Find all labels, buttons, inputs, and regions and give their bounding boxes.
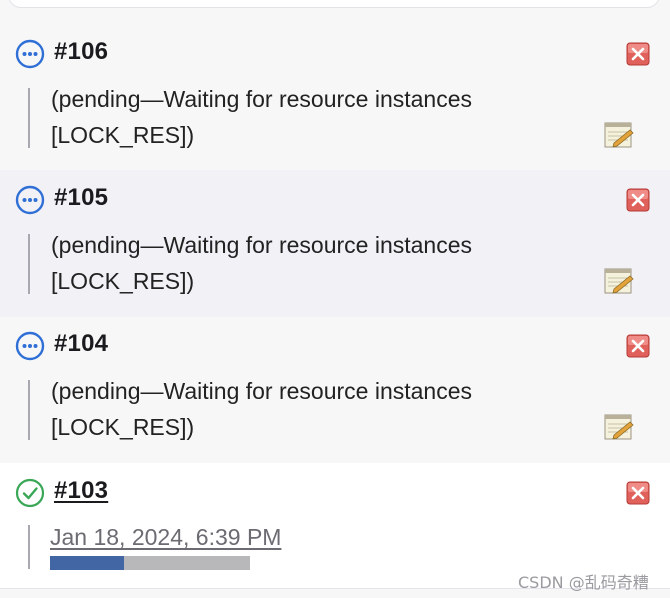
delete-icon[interactable] bbox=[626, 481, 650, 505]
edit-description-icon[interactable] bbox=[602, 412, 636, 442]
description-line: [LOCK_RES]) bbox=[51, 268, 195, 294]
description-line: (pending—Waiting for resource instances bbox=[51, 86, 473, 112]
success-check-icon bbox=[15, 478, 45, 508]
description-bar bbox=[28, 234, 30, 294]
build-progress-bar bbox=[50, 556, 250, 570]
build-number[interactable]: #105 bbox=[54, 184, 108, 212]
delete-icon[interactable] bbox=[626, 334, 650, 358]
search-bar[interactable] bbox=[8, 0, 660, 8]
edit-description-icon[interactable] bbox=[602, 120, 636, 150]
description-line: [LOCK_RES]) bbox=[51, 414, 195, 440]
description-bar bbox=[28, 380, 30, 440]
description-line: (pending—Waiting for resource instances bbox=[51, 378, 473, 404]
description-line: [LOCK_RES]) bbox=[51, 122, 195, 148]
build-row-105[interactable]: #105 (pending—Waiting for resource insta… bbox=[0, 170, 670, 317]
build-description: (pending—Waiting for resource instances … bbox=[51, 373, 571, 445]
build-description: (pending—Waiting for resource instances … bbox=[51, 81, 571, 153]
build-row-104[interactable]: #104 (pending—Waiting for resource insta… bbox=[0, 317, 670, 463]
pending-dots-icon bbox=[15, 331, 45, 361]
description-bar bbox=[28, 525, 30, 569]
build-timestamp-link[interactable]: Jan 18, 2024, 6:39 PM bbox=[50, 524, 281, 551]
build-number[interactable]: #104 bbox=[54, 330, 108, 358]
delete-icon[interactable] bbox=[626, 188, 650, 212]
watermark: CSDN @乱码奇糟 bbox=[518, 573, 649, 592]
build-row-106[interactable]: #106 (pending—Waiting for resource insta… bbox=[0, 24, 670, 170]
progress-fill bbox=[50, 556, 124, 570]
search-bar-area bbox=[0, 0, 670, 24]
build-description: (pending—Waiting for resource instances … bbox=[51, 227, 571, 299]
description-line: (pending—Waiting for resource instances bbox=[51, 232, 473, 258]
pending-dots-icon bbox=[15, 185, 45, 215]
build-number[interactable]: #106 bbox=[54, 38, 108, 66]
edit-description-icon[interactable] bbox=[602, 266, 636, 296]
delete-icon[interactable] bbox=[626, 42, 650, 66]
build-number[interactable]: #103 bbox=[54, 477, 108, 505]
pending-dots-icon bbox=[15, 39, 45, 69]
description-bar bbox=[28, 88, 30, 148]
